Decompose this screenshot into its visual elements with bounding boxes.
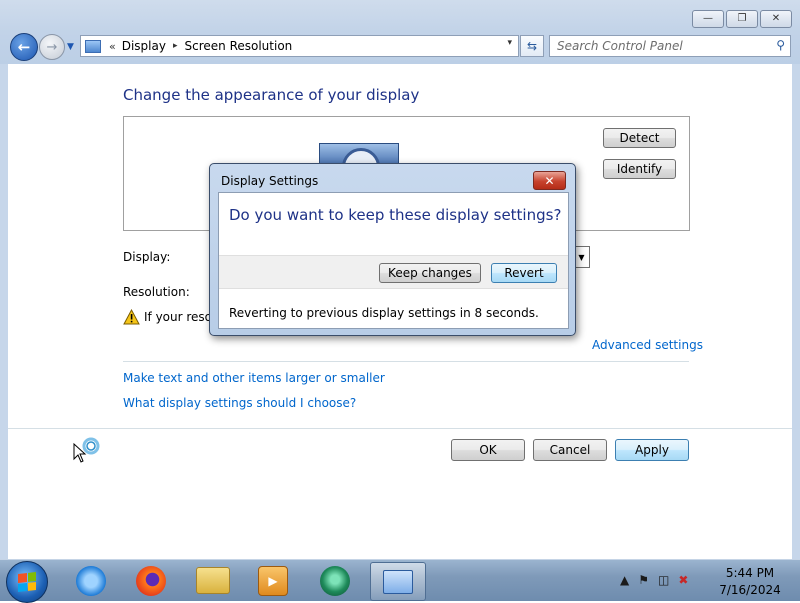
breadcrumb-screen-resolution[interactable]: Screen Resolution — [185, 39, 293, 53]
taskbar-app[interactable] — [308, 562, 362, 599]
maximize-icon: ❐ — [737, 13, 747, 24]
page-title: Change the appearance of your display — [123, 86, 420, 104]
dialog-question: Do you want to keep these display settin… — [229, 206, 562, 224]
media-player-icon: ▶ — [258, 565, 288, 596]
display-help-link[interactable]: What display settings should I choose? — [123, 396, 356, 410]
firefox-icon — [136, 565, 166, 596]
window-frame-right — [792, 64, 800, 559]
minimize-icon: — — [703, 13, 713, 24]
back-button[interactable]: ← — [10, 33, 38, 61]
breadcrumb-separator-icon[interactable]: ▸ — [173, 41, 178, 51]
identify-button[interactable]: Identify — [603, 159, 676, 179]
display-settings-dialog: Display Settings ✕ Do you want to keep t… — [209, 163, 576, 336]
refresh-icon: ⇆ — [526, 39, 538, 53]
close-icon: ✕ — [771, 13, 781, 24]
volume-muted-icon[interactable]: ✖ — [678, 573, 688, 587]
forward-arrow-icon: → — [46, 39, 58, 55]
forward-button[interactable]: → — [39, 34, 65, 60]
control-panel-icon — [85, 39, 101, 53]
taskbar-internet-explorer[interactable] — [64, 562, 118, 599]
action-center-flag-icon[interactable]: ⚑ — [638, 573, 649, 587]
address-root-chevron[interactable]: « — [109, 40, 116, 53]
show-hidden-icons-icon[interactable]: ▲ — [620, 573, 629, 587]
clock-time: 5:44 PM — [725, 566, 775, 580]
minimize-button[interactable]: — — [692, 10, 724, 28]
dialog-button-bar: Keep changes Revert — [219, 255, 568, 289]
file-explorer-icon — [196, 567, 230, 594]
address-bar[interactable]: « Display ▸ Screen Resolution ▾ — [80, 35, 519, 57]
display-settings-icon — [383, 569, 413, 594]
search-icon[interactable]: ⚲ — [776, 38, 785, 52]
dialog-title: Display Settings — [221, 174, 319, 188]
start-button[interactable] — [6, 561, 48, 603]
caption-buttons: — ❐ ✕ — [692, 10, 792, 28]
taskbar-explorer[interactable] — [186, 562, 240, 599]
warning-icon — [123, 308, 140, 328]
app-icon — [320, 565, 350, 596]
dialog-body: Do you want to keep these display settin… — [218, 192, 569, 329]
ok-button[interactable]: OK — [451, 439, 525, 461]
close-button[interactable]: ✕ — [760, 10, 792, 28]
divider — [123, 361, 689, 362]
breadcrumb-display[interactable]: Display — [122, 39, 166, 53]
revert-button[interactable]: Revert — [491, 263, 557, 283]
text-size-link[interactable]: Make text and other items larger or smal… — [123, 371, 385, 385]
address-dropdown-icon[interactable]: ▾ — [507, 38, 512, 48]
busy-cursor-icon — [73, 437, 101, 468]
internet-explorer-icon — [76, 565, 106, 596]
clock-date: 7/16/2024 — [719, 583, 781, 597]
close-icon: ✕ — [544, 173, 555, 188]
cancel-button[interactable]: Cancel — [533, 439, 607, 461]
revert-countdown-text: Reverting to previous display settings i… — [229, 306, 539, 320]
window-frame-left — [0, 64, 8, 559]
detect-button[interactable]: Detect — [603, 128, 676, 148]
display-label: Display: — [123, 250, 171, 264]
taskbar-media-player[interactable]: ▶ — [246, 562, 300, 599]
dialog-close-button[interactable]: ✕ — [533, 171, 566, 190]
search-placeholder: Search Control Panel — [557, 39, 683, 53]
clock[interactable]: 5:44 PM 7/16/2024 — [710, 565, 790, 599]
taskbar-firefox[interactable] — [124, 562, 178, 599]
recent-pages-dropdown[interactable]: ▼ — [67, 42, 74, 52]
taskbar-display-settings[interactable] — [370, 562, 426, 601]
system-tray: ▲ ⚑ ◫ ✖ — [620, 573, 688, 587]
apply-button[interactable]: Apply — [615, 439, 689, 461]
chevron-down-icon: ▼ — [578, 252, 585, 262]
resolution-label: Resolution: — [123, 285, 190, 299]
windows-logo-icon — [18, 572, 36, 592]
maximize-button[interactable]: ❐ — [726, 10, 758, 28]
network-icon[interactable]: ◫ — [658, 573, 669, 587]
advanced-settings-link[interactable]: Advanced settings — [592, 338, 703, 352]
refresh-button[interactable]: ⇆ — [520, 35, 544, 57]
keep-changes-button[interactable]: Keep changes — [379, 263, 481, 283]
back-arrow-icon: ← — [17, 38, 31, 56]
footer-divider — [8, 428, 792, 429]
search-input[interactable]: Search Control Panel ⚲ — [549, 35, 791, 57]
taskbar: ▶ ▲ ⚑ ◫ ✖ 5:44 PM 7/16/2024 — [0, 559, 800, 603]
